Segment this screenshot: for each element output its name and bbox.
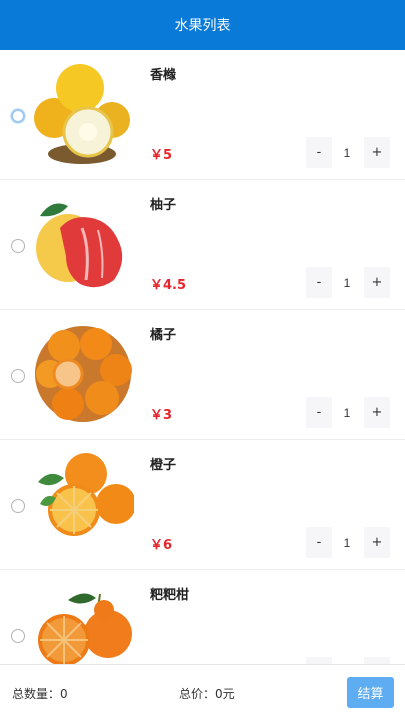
fruit-name: 香橼 — [150, 68, 177, 83]
quantity-stepper: - 1 + — [306, 527, 394, 558]
checkout-button[interactable]: 结算 — [347, 677, 394, 708]
decrement-button[interactable]: - — [306, 137, 332, 168]
quantity-value: 1 — [343, 275, 351, 290]
list-item: 橘子 ￥3 - 1 + — [0, 310, 405, 440]
fruit-price: ￥5 — [150, 148, 173, 163]
cart-footer: 总数量：0 总价：0元 结算 — [0, 664, 405, 718]
select-radio[interactable] — [11, 499, 25, 513]
quantity-stepper: - 1 + — [306, 267, 394, 298]
total-price: 总价：0元 — [179, 687, 235, 701]
quantity-stepper — [306, 657, 394, 664]
select-radio[interactable] — [11, 239, 25, 253]
fruit-price: ￥3 — [150, 408, 173, 423]
list-item: 粑粑柑 — [0, 570, 405, 664]
babagan-image — [38, 593, 132, 664]
select-radio[interactable] — [11, 629, 25, 643]
citron-image — [34, 64, 130, 164]
list-item: 香橼 ￥5 - 1 + — [0, 50, 405, 180]
select-radio[interactable] — [11, 369, 25, 383]
increment-button[interactable]: + — [364, 267, 390, 298]
list-item: 柚子 ￥4.5 - 1 + — [0, 180, 405, 310]
quantity-value: 1 — [343, 535, 351, 550]
fruit-list: 香橼 ￥5 - 1 + 柚子 ￥4.5 - 1 + 橘子 ￥3 - 1 + 橙子… — [0, 50, 405, 664]
increment-button[interactable]: + — [364, 137, 390, 168]
total-quantity: 总数量：0 — [12, 687, 68, 701]
orange-image — [38, 453, 134, 536]
quantity-value: 1 — [343, 405, 351, 420]
quantity-value: 1 — [343, 145, 351, 160]
increment-button[interactable] — [364, 657, 390, 664]
fruit-name: 粑粑柑 — [150, 588, 190, 603]
decrement-button[interactable]: - — [306, 267, 332, 298]
fruit-name: 柚子 — [150, 198, 177, 213]
fruit-name: 橘子 — [150, 328, 177, 343]
app-header: 水果列表 — [0, 0, 405, 50]
fruit-name: 橙子 — [150, 458, 177, 473]
increment-button[interactable]: + — [364, 527, 390, 558]
increment-button[interactable]: + — [364, 397, 390, 428]
tangerine-image — [35, 326, 132, 422]
quantity-stepper: - 1 + — [306, 137, 394, 168]
quantity-stepper: - 1 + — [306, 397, 394, 428]
fruit-price: ￥6 — [150, 538, 173, 553]
decrement-button[interactable] — [306, 657, 332, 664]
decrement-button[interactable]: - — [306, 397, 332, 428]
select-radio[interactable] — [11, 109, 25, 123]
pomelo-image — [36, 203, 123, 288]
list-item: 橙子 ￥6 - 1 + — [0, 440, 405, 570]
fruit-price: ￥4.5 — [150, 278, 187, 293]
page-title: 水果列表 — [174, 18, 231, 34]
decrement-button[interactable]: - — [306, 527, 332, 558]
